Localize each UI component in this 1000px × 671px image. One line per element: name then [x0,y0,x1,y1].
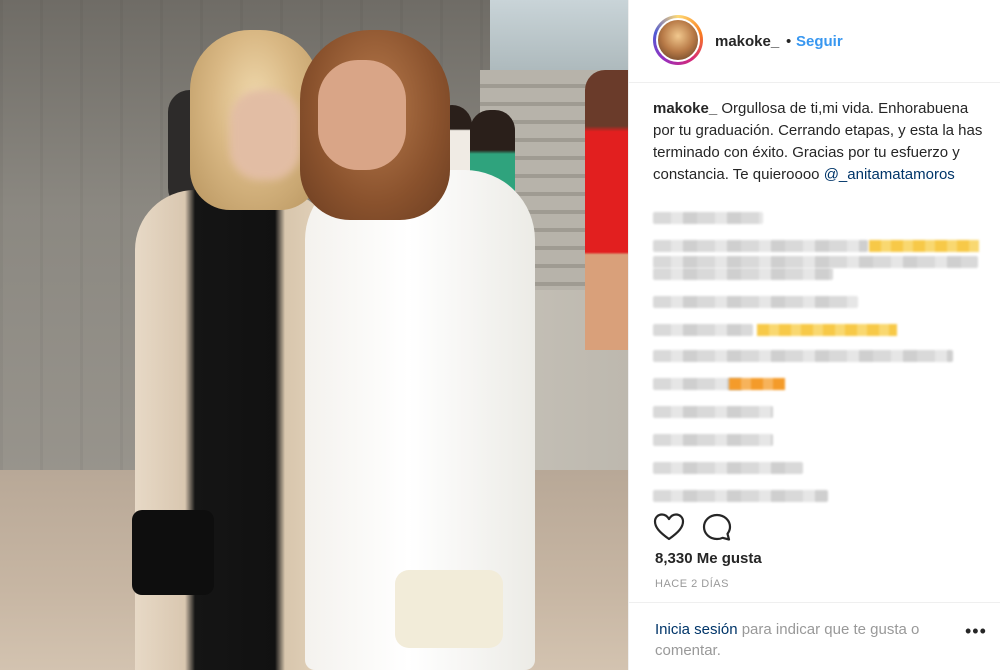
blurred-comment [653,240,868,252]
glass-railing [490,0,628,70]
blurred-comment [653,350,953,362]
follow-button[interactable]: Seguir [796,33,843,50]
login-link[interactable]: Inicia sesión [655,621,738,638]
comment-icon[interactable] [701,512,733,542]
white-handbag [395,570,503,648]
post-caption: makoke_ Orgullosa de ti,mi vida. Enhorab… [653,98,983,186]
avatar-image [656,18,700,62]
header-separator-dot: • [786,33,792,50]
post-photo[interactable] [0,0,628,670]
like-count[interactable]: 8,330 Me gusta [655,550,762,567]
blurred-comment [653,406,773,418]
heart-icon[interactable] [653,512,685,542]
blurred-comment [653,268,833,280]
blurred-comment [653,296,858,308]
blurred-emoji [729,378,785,390]
login-prompt: Inicia sesión para indicar que te gusta … [655,619,955,661]
caption-username[interactable]: makoke_ [653,100,717,117]
background-girl-red-dress [585,70,628,350]
blurred-comment [653,434,773,446]
post-footer: Inicia sesión para indicar que te gusta … [629,602,1000,671]
blurred-comment [653,462,803,474]
post-timestamp[interactable]: HACE 2 DÍAS [655,578,729,590]
avatar[interactable] [653,15,703,65]
woman-face [318,60,406,170]
girl-face-blurred [230,90,300,180]
blurred-emoji [757,324,897,336]
black-handbag [132,510,214,595]
post-header: makoke_ • Seguir [629,0,1000,83]
header-username[interactable]: makoke_ [715,33,779,50]
blurred-comment [653,490,828,502]
post-side-panel: makoke_ • Seguir makoke_ Orgullosa de ti… [628,0,1000,670]
blurred-emoji [869,240,979,252]
caption-mention[interactable]: @_anitamatamoros [824,166,955,183]
more-options-icon[interactable]: ••• [965,621,987,642]
blurred-comment [653,212,763,224]
blurred-comment [653,324,753,336]
post-actions [653,512,983,542]
blurred-comment [653,256,978,268]
